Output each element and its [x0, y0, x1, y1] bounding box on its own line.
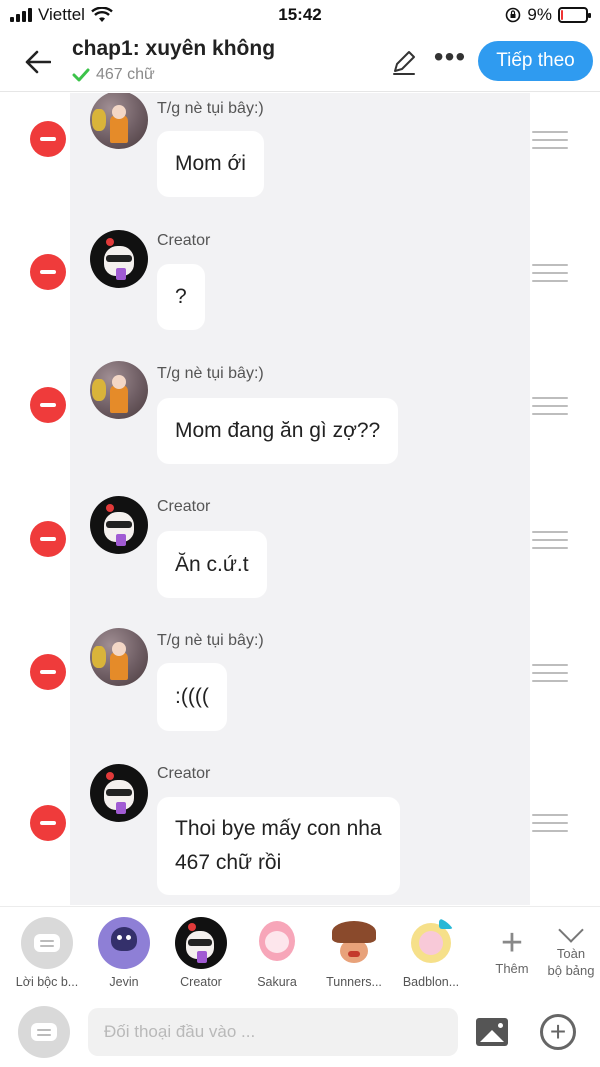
character-label: Creator [180, 975, 222, 989]
status-bar: Viettel 15:42 9% [0, 0, 600, 32]
pen-icon [393, 51, 415, 75]
character-label: Jevin [109, 975, 139, 989]
image-icon[interactable] [476, 1018, 508, 1046]
drag-handle-icon[interactable] [532, 664, 568, 682]
character-creator[interactable]: Creator [163, 917, 239, 989]
remove-message-button[interactable] [30, 387, 66, 423]
avatar [90, 361, 148, 419]
check-icon [72, 68, 90, 82]
avatar [251, 917, 303, 969]
drag-handle-icon[interactable] [532, 814, 568, 832]
speaker-name: T/g nè tụi bây:) [157, 632, 264, 649]
avatar [175, 917, 227, 969]
character-jevin[interactable]: Jevin [86, 917, 162, 989]
message-line: Thoi bye mấy con nha [175, 817, 382, 840]
avatar [90, 764, 148, 822]
battery-percent: 9% [527, 5, 552, 24]
character-badblon[interactable]: Badblon... [393, 917, 469, 989]
character-label: Sakura [257, 975, 297, 989]
lock-rotation-icon [506, 7, 521, 23]
message-line: 467 chữ rồi [175, 851, 282, 874]
speaker-name: Creator [157, 498, 211, 515]
message-row: Creator Ăn c.ứ.t [0, 493, 600, 598]
narration-toggle-button[interactable] [18, 1006, 70, 1058]
next-button[interactable]: Tiếp theo [478, 41, 593, 81]
message-row: T/g nè tụi bây:) Mom đang ăn gì zợ?? [0, 359, 600, 464]
remove-message-button[interactable] [30, 121, 66, 157]
add-character-button[interactable]: + Thêm [482, 922, 542, 976]
remove-message-button[interactable] [30, 654, 66, 690]
chevron-down-icon [558, 917, 584, 943]
word-count: 467 chữ [72, 66, 155, 84]
avatar [90, 628, 148, 686]
header: chap1: xuyên không 467 chữ ••• Tiếp theo [0, 32, 600, 92]
message-row: Creator ? [0, 226, 600, 330]
remove-message-button[interactable] [30, 254, 66, 290]
narration-icon [21, 917, 73, 969]
drag-handle-icon[interactable] [532, 531, 568, 549]
add-icon[interactable]: + [540, 1014, 576, 1050]
drag-handle-icon[interactable] [532, 264, 568, 282]
message-row: Creator Thoi bye mấy con nha 467 chữ rồi [0, 759, 600, 895]
speaker-name: T/g nè tụi bây:) [157, 100, 264, 117]
battery-level [561, 10, 563, 20]
chat-area[interactable]: T/g nè tụi bây:) Mom ới Creator ? T/g nè… [0, 93, 600, 905]
message-bubble[interactable]: Mom đang ăn gì zợ?? [157, 398, 399, 464]
add-character-label: Thêm [495, 961, 529, 976]
message-bubble[interactable]: Thoi bye mấy con nha 467 chữ rồi [157, 797, 400, 895]
character-label: Badblon... [402, 975, 460, 989]
chapter-title: chap1: xuyên không [72, 37, 276, 60]
speaker-name: Creator [157, 232, 211, 249]
more-options-icon[interactable]: ••• [432, 43, 468, 78]
input-bar: + [0, 998, 600, 1067]
narration-icon [31, 1023, 57, 1041]
character-label: Lời bộc b... [15, 975, 79, 989]
message-bubble[interactable]: Ăn c.ứ.t [157, 531, 267, 598]
character-sakura[interactable]: Sakura [239, 917, 315, 989]
speaker-name: T/g nè tụi bây:) [157, 365, 264, 382]
all-board-button[interactable]: Toàn bộ bảng [538, 917, 600, 979]
character-tunners[interactable]: Tunners... [316, 917, 392, 989]
dialogue-input[interactable] [88, 1008, 458, 1056]
message-bubble[interactable]: ? [157, 264, 205, 330]
character-label: Tunners... [326, 975, 382, 989]
avatar [90, 496, 148, 554]
plus-icon: + [500, 922, 524, 964]
message-bubble[interactable]: :(((( [157, 663, 227, 731]
remove-message-button[interactable] [30, 521, 66, 557]
all-board-label-line2: bộ bảng [547, 963, 595, 978]
message-row: T/g nè tụi bây:) :(((( [0, 626, 600, 731]
avatar [328, 917, 380, 969]
back-button[interactable] [20, 44, 56, 80]
avatar [90, 93, 148, 149]
edit-button[interactable] [390, 48, 420, 78]
avatar [98, 917, 150, 969]
remove-message-button[interactable] [30, 805, 66, 841]
avatar [405, 917, 457, 969]
back-arrow-icon [25, 50, 51, 74]
word-count-text: 467 chữ [96, 66, 155, 83]
character-narrator[interactable]: Lời bộc b... [9, 917, 85, 989]
all-board-label-line1: Toàn [556, 946, 586, 961]
speaker-name: Creator [157, 765, 211, 782]
message-bubble[interactable]: Mom ới [157, 131, 264, 197]
character-bar: Lời bộc b... Jevin Creator Sakura Tunner… [0, 906, 600, 998]
avatar [90, 230, 148, 288]
drag-handle-icon[interactable] [532, 131, 568, 149]
message-row: T/g nè tụi bây:) Mom ới [0, 93, 600, 197]
drag-handle-icon[interactable] [532, 397, 568, 415]
battery-charging-icon [558, 7, 591, 23]
